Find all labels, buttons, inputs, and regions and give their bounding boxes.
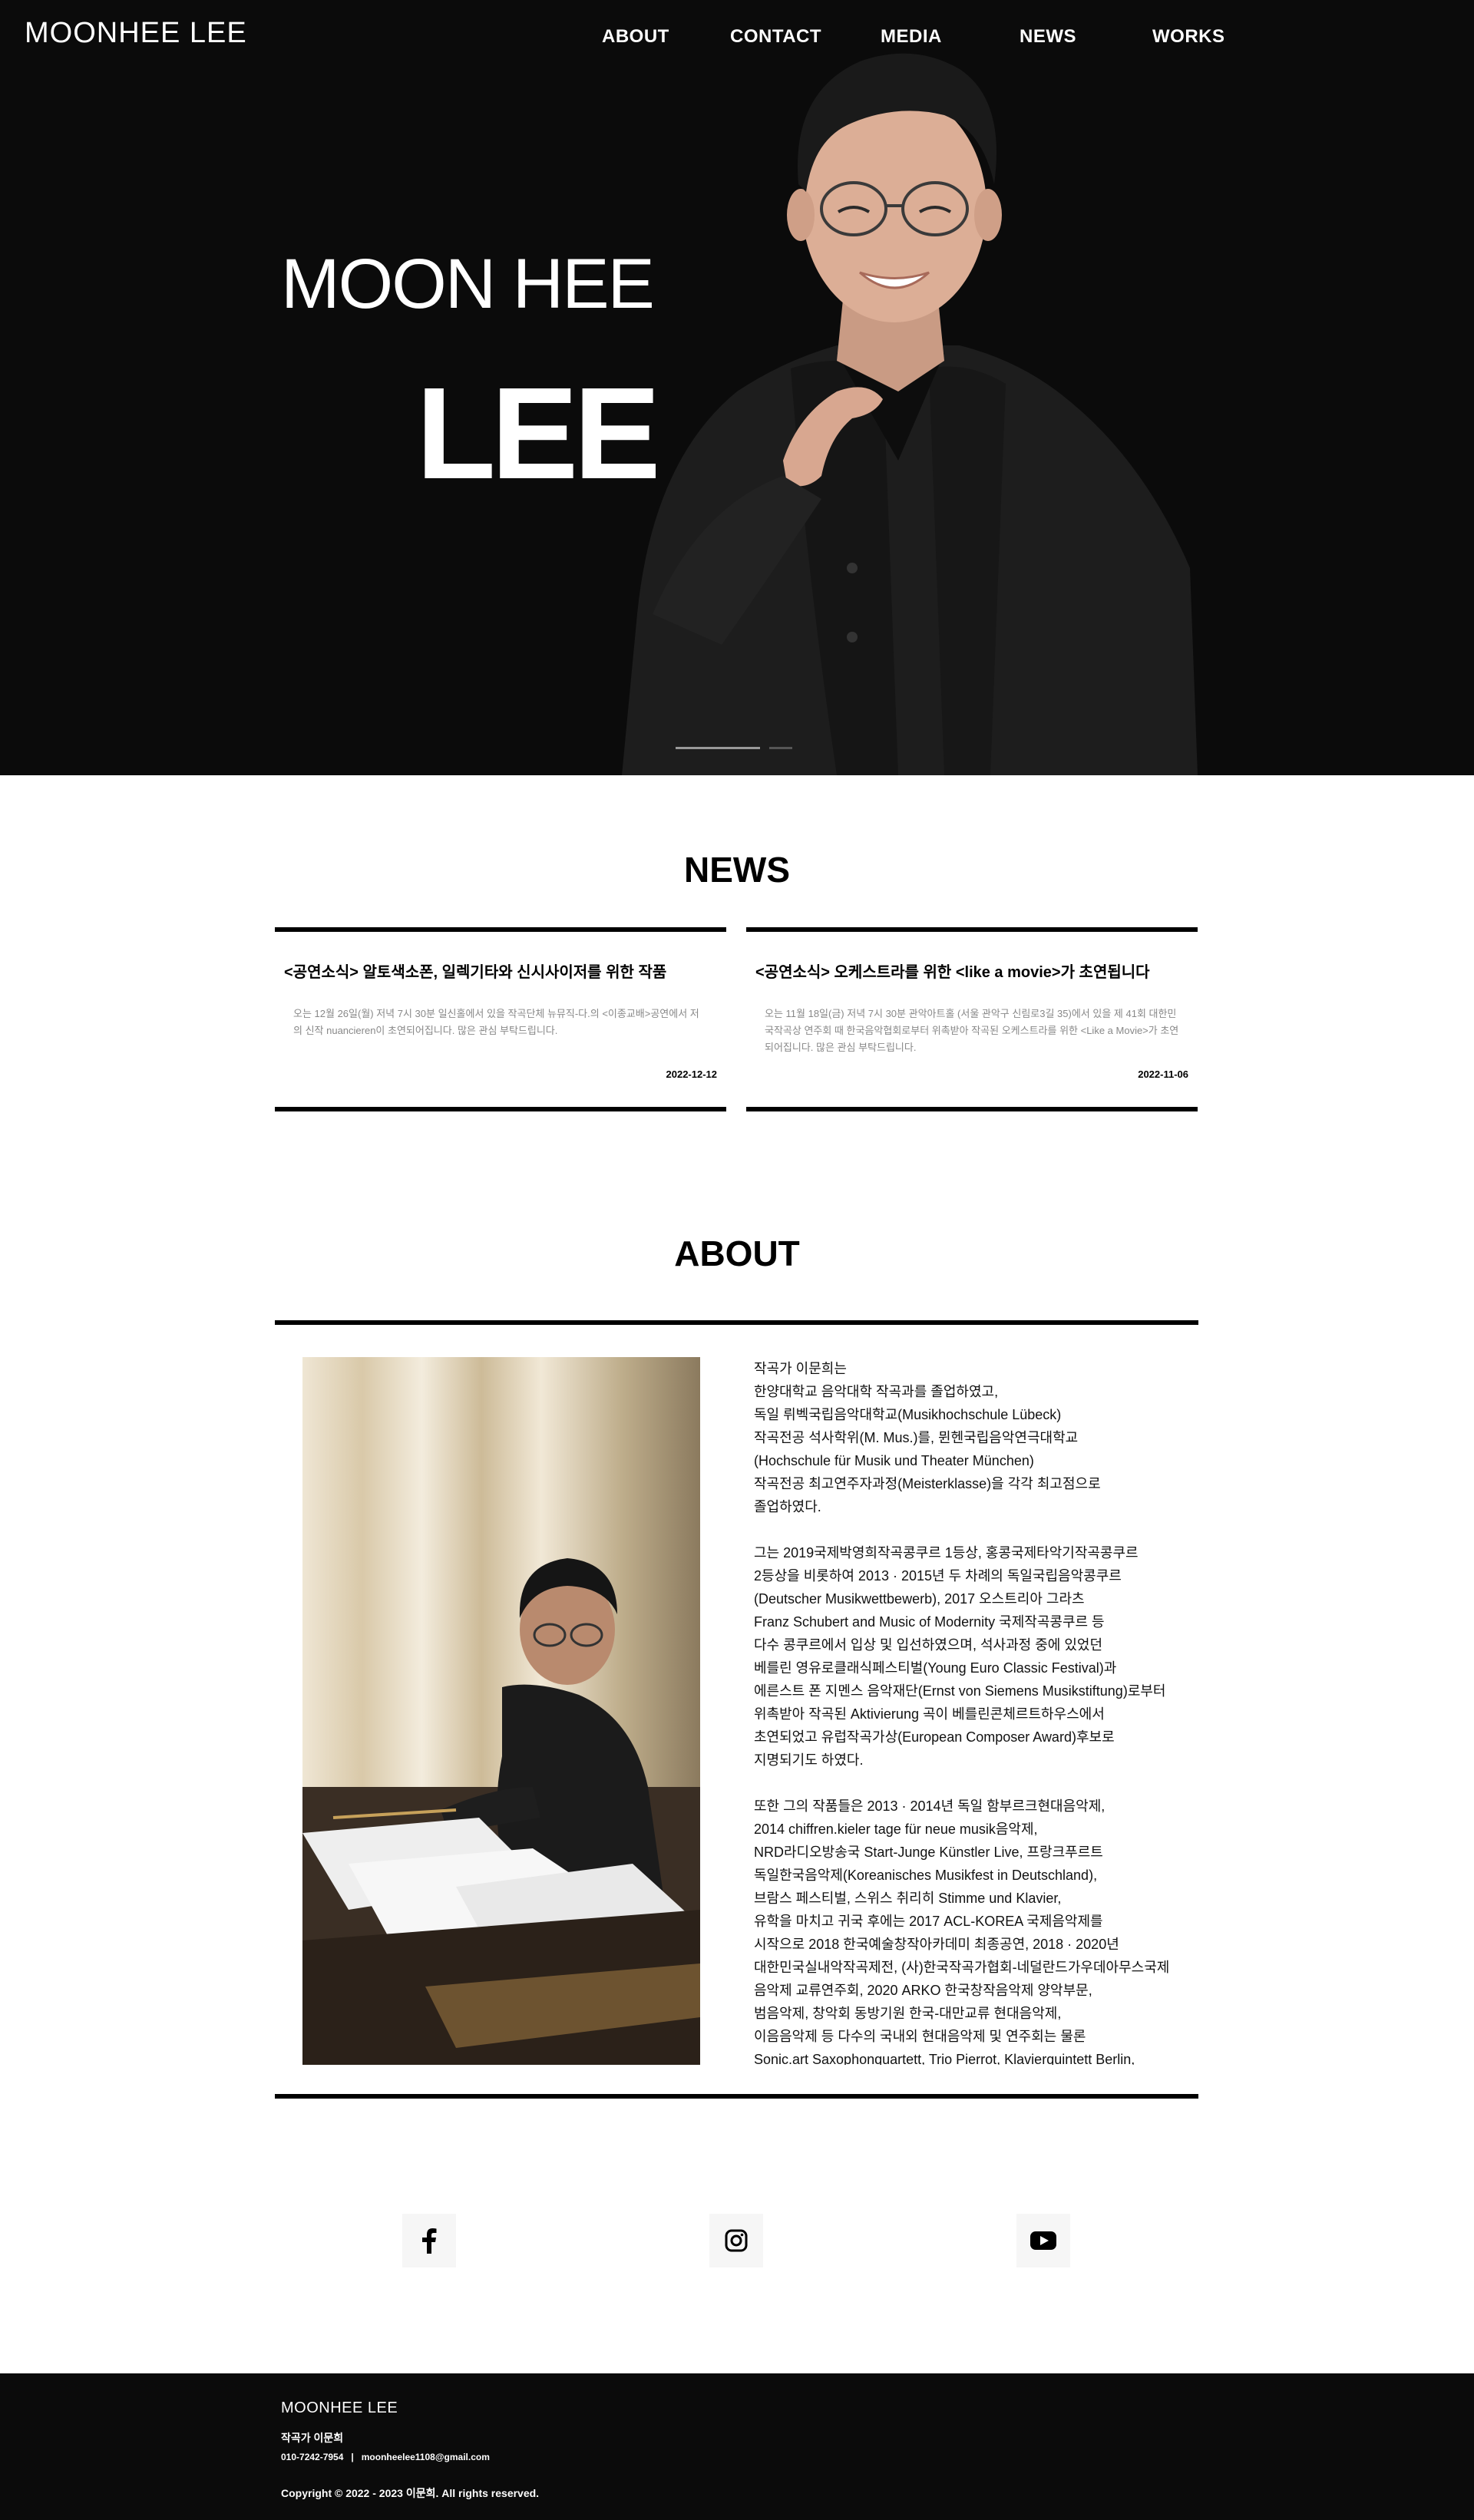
news-date: 2022-12-12 bbox=[666, 1068, 718, 1080]
youtube-link[interactable] bbox=[1016, 2214, 1070, 2267]
news-date: 2022-11-06 bbox=[1138, 1068, 1188, 1080]
about-paragraph: 또한 그의 작품들은 2013 · 2014년 독일 함부르크현대음악제, 20… bbox=[754, 1798, 1170, 2065]
footer-name: 작곡가 이문희 bbox=[281, 2432, 344, 2444]
hero-title-first: MOON HEE bbox=[281, 245, 655, 323]
about-paragraph: 그는 2019국제박영희작곡콩쿠르 1등상, 홍콩국제타악기작곡콩쿠르 2등상을… bbox=[754, 1545, 1166, 1768]
hero-section: MOONHEE LEE ABOUT CONTACT MEDIA NEWS WOR… bbox=[0, 0, 1474, 775]
about-section: 작곡가 이문희는 한양대학교 음악대학 작곡과를 졸업하였고, 독일 뤼벡국립음… bbox=[275, 1320, 1198, 2099]
about-heading: ABOUT bbox=[674, 1234, 800, 1273]
footer-phone[interactable]: 010-7242-7954 bbox=[281, 2452, 343, 2462]
news-title[interactable]: <공연소식> 알토색소폰, 일렉기타와 신시사이저를 위한 작품 bbox=[284, 959, 714, 982]
news-excerpt: 오는 12월 26일(월) 저녁 7시 30분 일신홀에서 있을 작곡단체 뉴뮤… bbox=[293, 1008, 699, 1036]
facebook-icon bbox=[422, 2228, 437, 2254]
news-excerpt: 오는 11월 18일(금) 저녁 7시 30분 관악아트홀 (서울 관악구 신림… bbox=[765, 1008, 1179, 1053]
news-card[interactable]: <공연소식> 오케스트라를 위한 <like a movie>가 초연됩니다 오… bbox=[746, 927, 1198, 1111]
instagram-icon bbox=[725, 2229, 748, 2252]
footer-email[interactable]: moonheelee1108@gmail.com bbox=[362, 2452, 490, 2462]
footer-brand: MOONHEE LEE bbox=[281, 2399, 398, 2416]
news-heading: NEWS bbox=[684, 850, 790, 890]
about-paragraph: 작곡가 이문희는 한양대학교 음악대학 작곡과를 졸업하였고, 독일 뤼벡국립음… bbox=[754, 1361, 1101, 1514]
footer-copyright: Copyright © 2022 - 2023 이문희. All rights … bbox=[281, 2487, 540, 2499]
news-title[interactable]: <공연소식> 오케스트라를 위한 <like a movie>가 초연됩니다 bbox=[755, 959, 1185, 982]
slide-indicator[interactable] bbox=[769, 747, 792, 749]
hero-slider-indicator[interactable] bbox=[676, 747, 798, 750]
instagram-link[interactable] bbox=[709, 2214, 763, 2267]
about-biography: 작곡가 이문희는 한양대학교 음악대학 작곡과를 졸업하였고, 독일 뤼벡국립음… bbox=[754, 1357, 1191, 2065]
site-footer: MOONHEE LEE 작곡가 이문희 010-7242-7954 | moonhe… bbox=[0, 2373, 1474, 2520]
news-card[interactable]: <공연소식> 알토색소폰, 일렉기타와 신시사이저를 위한 작품 오는 12월 … bbox=[275, 927, 726, 1111]
about-photo-image bbox=[302, 1357, 700, 2065]
youtube-icon bbox=[1030, 2231, 1056, 2250]
slide-indicator-active[interactable] bbox=[676, 747, 760, 749]
hero-portrait-image bbox=[622, 53, 1198, 775]
footer-contact: 010-7242-7954 | moonheelee1108@gmail.com bbox=[281, 2452, 490, 2462]
facebook-link[interactable] bbox=[402, 2214, 456, 2267]
footer-separator: | bbox=[351, 2452, 354, 2462]
